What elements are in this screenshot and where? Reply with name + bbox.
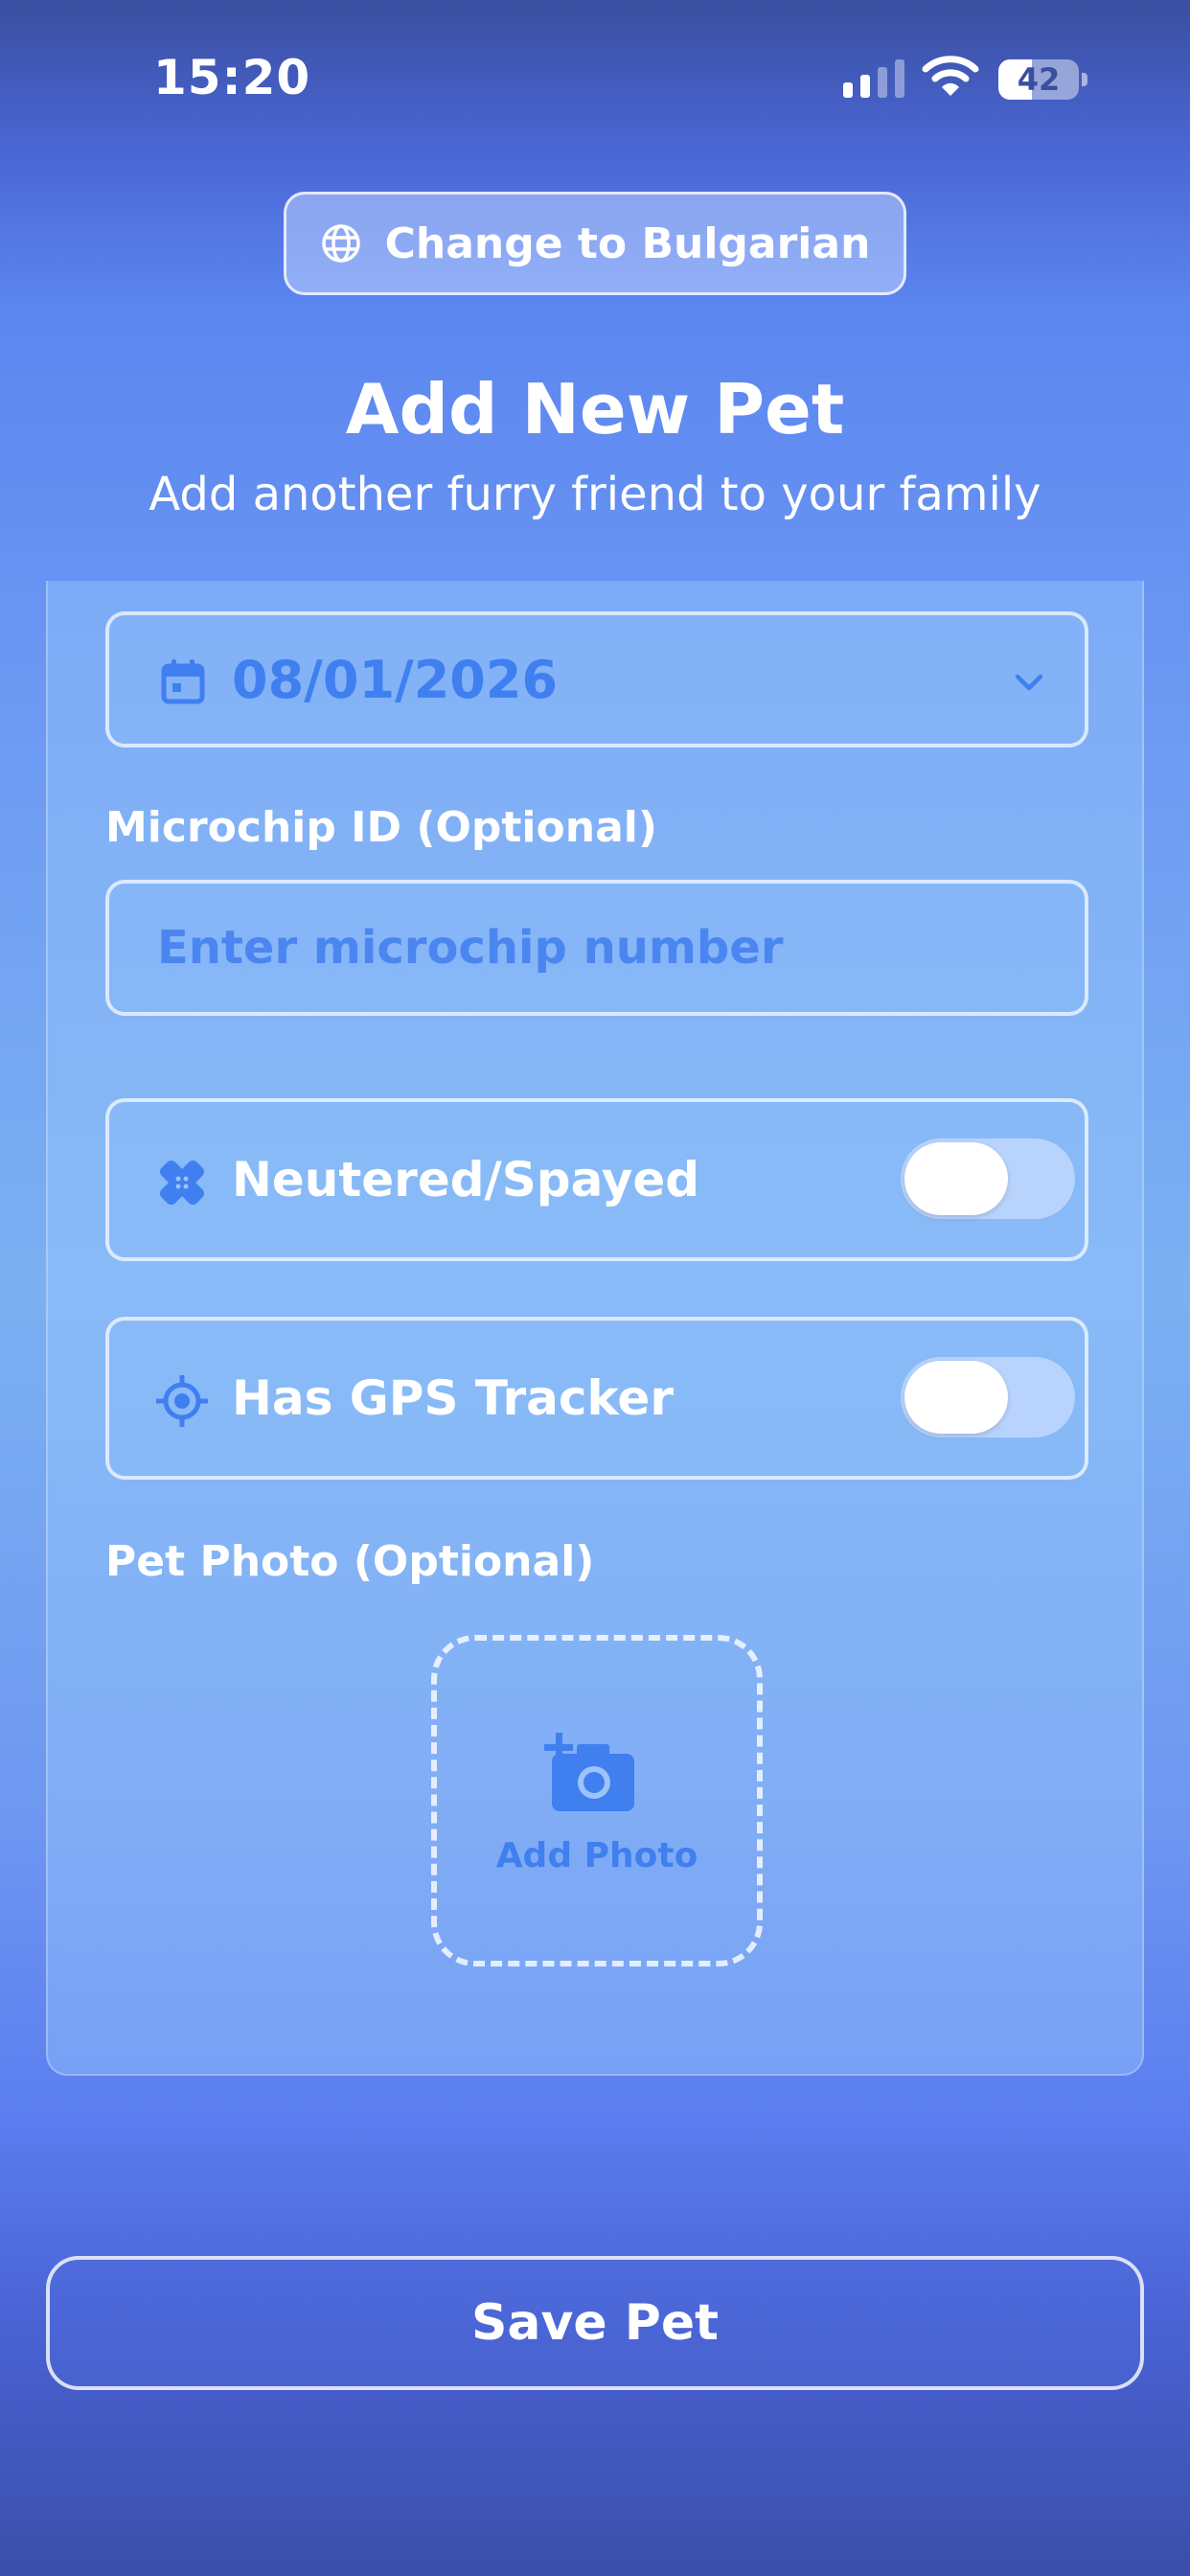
microchip-input[interactable] [109, 884, 1085, 1012]
date-value: 08/01/2026 [232, 650, 559, 710]
status-time: 15:20 [153, 50, 311, 105]
add-camera-icon [544, 1733, 634, 1811]
save-pet-button[interactable]: Save Pet [46, 2256, 1144, 2390]
gps-toggle[interactable] [901, 1357, 1075, 1438]
calendar-icon [161, 659, 205, 704]
neutered-label: Neutered/Spayed [232, 1152, 700, 1208]
add-photo-label: Add Photo [495, 1836, 698, 1875]
gps-target-icon [156, 1375, 208, 1427]
change-language-label: Change to Bulgarian [384, 218, 871, 268]
bandage-icon [160, 1161, 204, 1205]
change-language-button[interactable]: Change to Bulgarian [284, 192, 906, 295]
status-bar: 15:20 42 [0, 0, 1190, 153]
pet-form-card: 08/01/2026 Microchip ID (Optional) Neute… [46, 581, 1144, 2076]
microchip-label: Microchip ID (Optional) [105, 803, 657, 852]
gps-label: Has GPS Tracker [232, 1370, 674, 1426]
gps-row: Has GPS Tracker [105, 1317, 1088, 1480]
add-photo-button[interactable]: Add Photo [431, 1635, 763, 1966]
neutered-toggle[interactable] [901, 1138, 1075, 1219]
wifi-icon [922, 56, 979, 96]
cellular-signal-icon [843, 59, 904, 98]
page-title: Add New Pet [345, 369, 845, 449]
neutered-row: Neutered/Spayed [105, 1098, 1088, 1261]
chevron-down-icon [1015, 674, 1043, 691]
page-subtitle: Add another furry friend to your family [149, 468, 1041, 521]
microchip-field-container [105, 880, 1088, 1016]
battery-level: 42 [1017, 61, 1061, 98]
date-picker-field[interactable]: 08/01/2026 [105, 611, 1088, 748]
photo-label: Pet Photo (Optional) [105, 1537, 595, 1586]
battery-indicator: 42 [998, 59, 1087, 100]
globe-icon [321, 224, 360, 263]
